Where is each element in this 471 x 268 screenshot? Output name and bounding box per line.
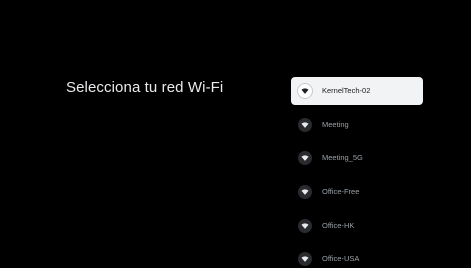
wifi-setup-screen: Selecciona tu red Wi-Fi KernelTech-02 Me… [0,0,471,268]
network-ssid: Meeting_5G [322,153,363,163]
network-item-office-free[interactable]: Office-Free [291,178,423,206]
network-ssid: KernelTech-02 [322,86,371,95]
network-ssid: Office-USA [322,254,360,264]
network-ssid: Meeting [322,119,349,129]
network-item-meeting-5g[interactable]: Meeting_5G [291,144,423,172]
wifi-icon [298,218,312,233]
wifi-icon [298,84,312,98]
network-ssid: Office-Free [322,187,360,197]
network-ssid: Office-HK [322,220,355,230]
page-title: Selecciona tu red Wi-Fi [66,79,224,96]
network-item-kerneltech-02[interactable]: KernelTech-02 [291,77,423,105]
wifi-icon [298,117,312,132]
wifi-network-list: KernelTech-02 Meeting Meeting_5G Office-… [291,77,423,268]
wifi-icon [298,252,312,267]
wifi-icon [298,151,312,166]
network-item-office-hk[interactable]: Office-HK [291,212,423,240]
network-item-meeting[interactable]: Meeting [291,111,423,139]
network-item-office-usa[interactable]: Office-USA [291,245,423,268]
wifi-icon [298,185,312,200]
